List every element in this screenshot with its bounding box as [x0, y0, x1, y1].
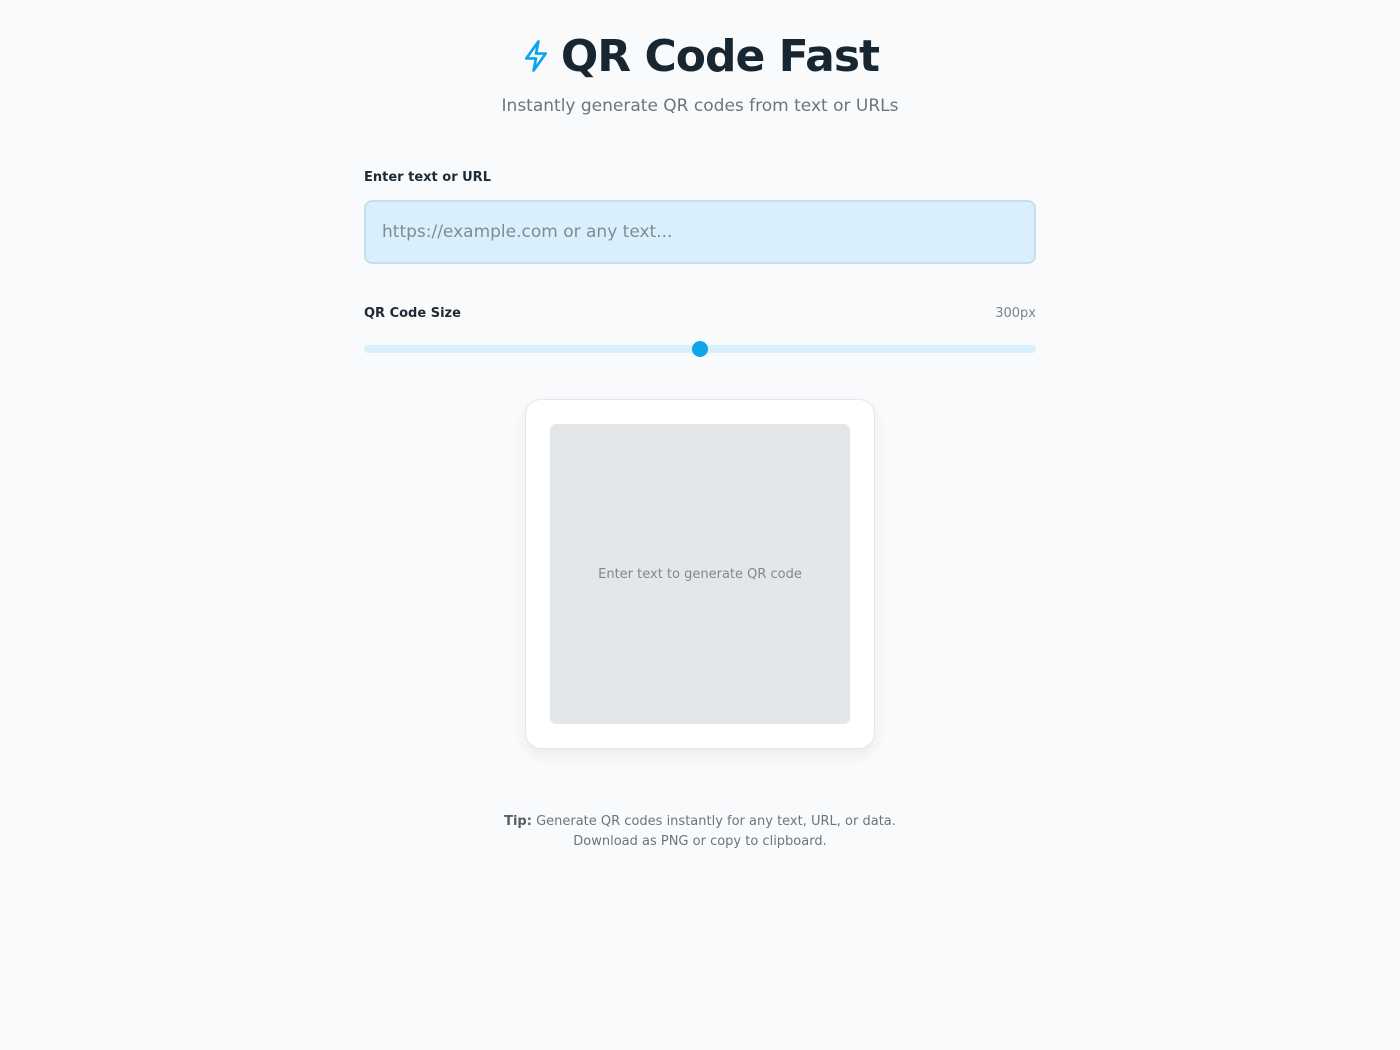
- tip-text: Tip: Generate QR codes instantly for any…: [0, 812, 1400, 852]
- lightning-bolt-icon: [524, 40, 547, 72]
- tip-line-1-text: Generate QR codes instantly for any text…: [536, 814, 896, 829]
- size-slider-thumb[interactable]: [692, 341, 708, 357]
- size-value: 300px: [995, 306, 1036, 321]
- page-subtitle: Instantly generate QR codes from text or…: [501, 96, 899, 116]
- qr-preview-card: Enter text to generate QR code: [525, 399, 875, 749]
- text-input-label: Enter text or URL: [364, 170, 491, 185]
- size-slider[interactable]: [364, 341, 1036, 357]
- tip-line-1: Tip: Generate QR codes instantly for any…: [0, 812, 1400, 832]
- title-row: QR Code Fast: [0, 28, 1400, 84]
- page-title: QR Code Fast: [560, 30, 880, 82]
- tip-line-2: Download as PNG or copy to clipboard.: [573, 834, 827, 849]
- text-input-container: [364, 200, 1036, 264]
- tip-label: Tip:: [504, 814, 532, 829]
- size-label: QR Code Size: [364, 306, 461, 321]
- page-header: QR Code Fast Instantly generate QR codes…: [0, 28, 1400, 117]
- qr-code-placeholder: Enter text to generate QR code: [550, 424, 850, 724]
- text-url-input[interactable]: [366, 202, 1034, 262]
